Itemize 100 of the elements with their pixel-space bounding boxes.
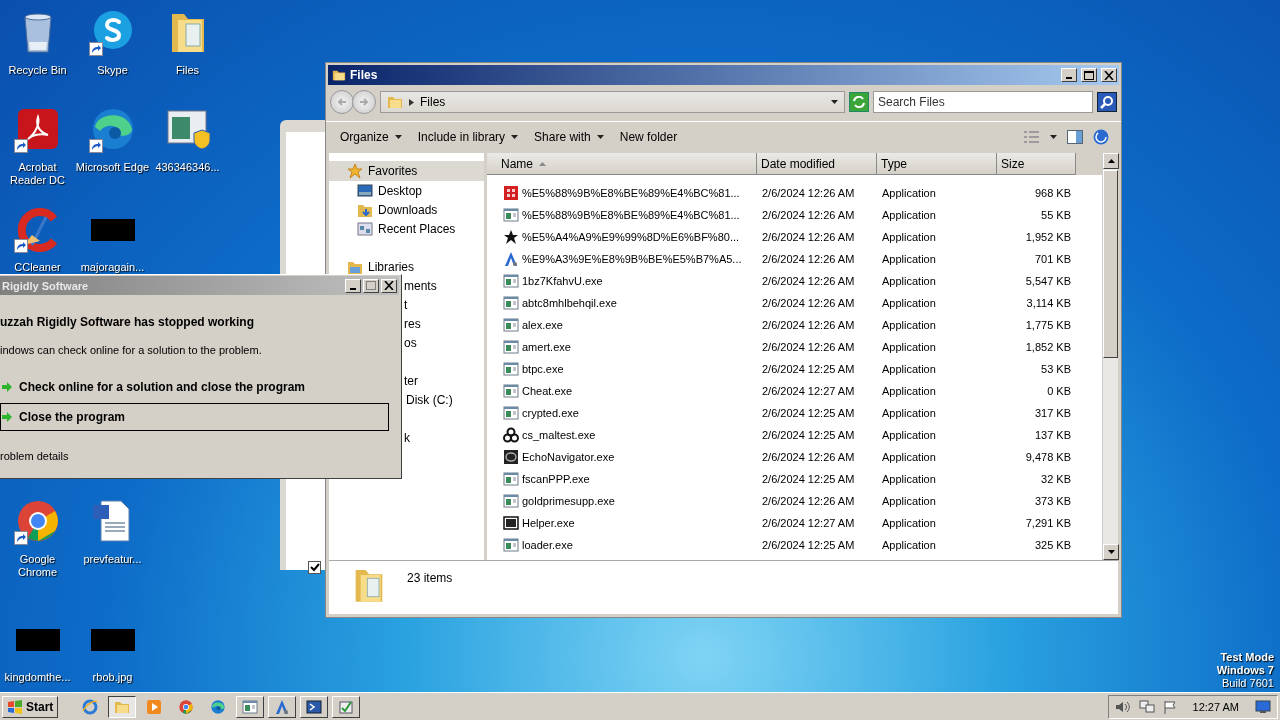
show-desktop-icon[interactable] — [1255, 699, 1271, 714]
table-cell-text: Application — [881, 253, 937, 265]
table-cell-text: Application — [881, 407, 937, 419]
scroll-down-button[interactable] — [1103, 544, 1119, 560]
toolbar-button[interactable]: Include in library — [409, 126, 527, 147]
maximize-button[interactable] — [363, 278, 379, 293]
file-name[interactable]: loader.exe — [522, 539, 573, 551]
file-name[interactable]: cs_maltest.exe — [522, 429, 596, 441]
table-cell-text: 2/6/2024 12:25 AM — [761, 539, 856, 551]
nav-item[interactable]: Libraries — [329, 257, 484, 276]
desktop-icon — [357, 183, 373, 198]
column-header[interactable]: Type — [877, 153, 997, 175]
start-button[interactable]: Start — [2, 695, 59, 718]
maximize-icon — [366, 281, 376, 290]
help-icon[interactable] — [1093, 128, 1109, 145]
desktop-icon-label[interactable]: prevfeatur... — [75, 553, 150, 566]
desktop-icon-label[interactable]: rbob.jpg — [75, 671, 150, 684]
clock[interactable]: 12:27 AM — [1192, 700, 1239, 713]
file-name[interactable]: %E5%88%9B%E8%BE%89%E4%BC%81... — [522, 187, 740, 199]
table-cell-text: 2/6/2024 12:26 AM — [761, 297, 856, 309]
app-window-icon — [503, 405, 519, 421]
desktop-icon-label[interactable]: Acrobat Reader DC — [0, 161, 75, 187]
file-name[interactable]: amert.exe — [522, 341, 571, 353]
option-button[interactable]: Close the program — [0, 403, 389, 431]
error-message: indows can check online for a solution to the problem. — [0, 344, 263, 356]
close-button[interactable] — [381, 278, 397, 293]
nav-item[interactable]: Favorites — [329, 161, 484, 181]
taskbar-button[interactable] — [108, 695, 137, 718]
nav-item[interactable]: Desktop — [329, 181, 484, 200]
file-name[interactable]: Helper.exe — [522, 517, 575, 529]
scroll-up-button[interactable] — [1103, 153, 1119, 169]
caret-icon — [1050, 134, 1057, 139]
nav-item[interactable]: Downloads — [329, 200, 484, 219]
scrollbar[interactable] — [1102, 153, 1118, 560]
close-button[interactable] — [1101, 68, 1117, 82]
triangle-logo-icon — [274, 698, 291, 715]
file-name[interactable]: %E5%A4%A9%E9%99%8D%E6%BF%80... — [522, 231, 740, 243]
desktop-icon-label[interactable]: 436346346... — [150, 161, 225, 174]
desktop-icon-label[interactable]: Google Chrome — [0, 553, 75, 579]
maximize-button[interactable] — [1081, 68, 1097, 82]
window-title: Files — [350, 68, 379, 82]
refresh-button[interactable] — [849, 92, 869, 112]
file-name[interactable]: fscanPPP.exe — [522, 473, 590, 485]
recent-places-icon — [357, 220, 373, 237]
desktop-icon-label[interactable]: kingdomthe... — [0, 671, 75, 684]
star-icon — [347, 163, 363, 179]
nav-item[interactable]: Recent Places — [329, 219, 484, 238]
triangle-logo-icon — [503, 251, 519, 267]
file-name[interactable]: goldprimesupp.exe — [522, 495, 615, 507]
toolbar-button[interactable]: New folder — [611, 126, 686, 147]
minimize-button[interactable] — [1061, 68, 1077, 82]
arrow-icon — [1, 411, 13, 423]
file-name[interactable]: alex.exe — [522, 319, 563, 331]
table-cell-text: 2/6/2024 12:26 AM — [761, 187, 856, 199]
arrow-icon — [1, 381, 13, 393]
desktop-icon-label[interactable]: majoragain... — [75, 261, 150, 274]
column-header[interactable]: Size — [997, 153, 1076, 175]
table-cell-text: 1,775 KB — [1024, 319, 1071, 331]
file-name[interactable]: abtc8mhlbehqil.exe — [522, 297, 617, 309]
table-cell-text: Application — [881, 429, 937, 441]
checkbox[interactable] — [308, 561, 321, 574]
flag-icon[interactable] — [1162, 699, 1177, 714]
speaker-icon[interactable] — [1114, 699, 1131, 714]
table-cell-text: 137 KB — [1033, 429, 1071, 441]
desktop-icon-label[interactable]: Files — [150, 64, 225, 77]
address-bar[interactable]: Files — [380, 91, 845, 113]
file-name[interactable]: btpc.exe — [522, 363, 564, 375]
file-name[interactable]: %E5%88%9B%E8%BE%89%E4%BC%81... — [522, 209, 740, 221]
column-header[interactable]: Date modified — [757, 153, 877, 175]
table-cell-text: 2/6/2024 12:26 AM — [761, 209, 856, 221]
option-button[interactable]: Check online for a solution and close the program — [0, 373, 389, 401]
desktop-icon-label[interactable]: Microsoft Edge — [75, 161, 150, 174]
file-name[interactable]: 1bz7KfahvU.exe — [522, 275, 603, 287]
up-arrow-icon — [1107, 159, 1115, 163]
table-cell-text: 701 KB — [1033, 253, 1071, 265]
toolbar-button[interactable]: Share with — [526, 126, 612, 147]
table-cell-text: 9,478 KB — [1024, 451, 1071, 463]
details-link[interactable]: roblem details — [0, 450, 401, 462]
item-count: 23 items — [407, 571, 453, 585]
desktop-icon-label[interactable]: Recycle Bin — [0, 64, 75, 77]
toolbar-button[interactable]: Organize — [332, 126, 410, 147]
minimize-button[interactable] — [345, 278, 361, 293]
file-name[interactable]: EchoNavigator.exe — [522, 451, 615, 463]
desktop-icon-label[interactable]: Skype — [75, 64, 150, 77]
table-cell-text: Application — [881, 275, 937, 287]
table-cell-text: 2/6/2024 12:25 AM — [761, 429, 856, 441]
file-name[interactable]: crypted.exe — [522, 407, 579, 419]
star-icon — [503, 229, 519, 245]
search-field[interactable]: Search Files — [873, 91, 1093, 113]
network-icon[interactable] — [1138, 699, 1155, 714]
desktop-icon-label[interactable]: CCleaner — [0, 261, 75, 274]
table-cell-text: 53 KB — [1040, 363, 1071, 375]
preview-pane-icon[interactable] — [1067, 129, 1083, 144]
table-cell-text: 2/6/2024 12:25 AM — [761, 363, 856, 375]
table-cell-text: 2/6/2024 12:26 AM — [761, 253, 856, 265]
search-button[interactable] — [1097, 92, 1117, 112]
table-cell-text: 373 KB — [1033, 495, 1071, 507]
column-header[interactable]: Name — [487, 153, 757, 175]
file-name[interactable]: Cheat.exe — [522, 385, 573, 397]
file-name[interactable]: %E9%A3%9E%E8%9B%BE%E5%B7%A5... — [522, 253, 742, 265]
